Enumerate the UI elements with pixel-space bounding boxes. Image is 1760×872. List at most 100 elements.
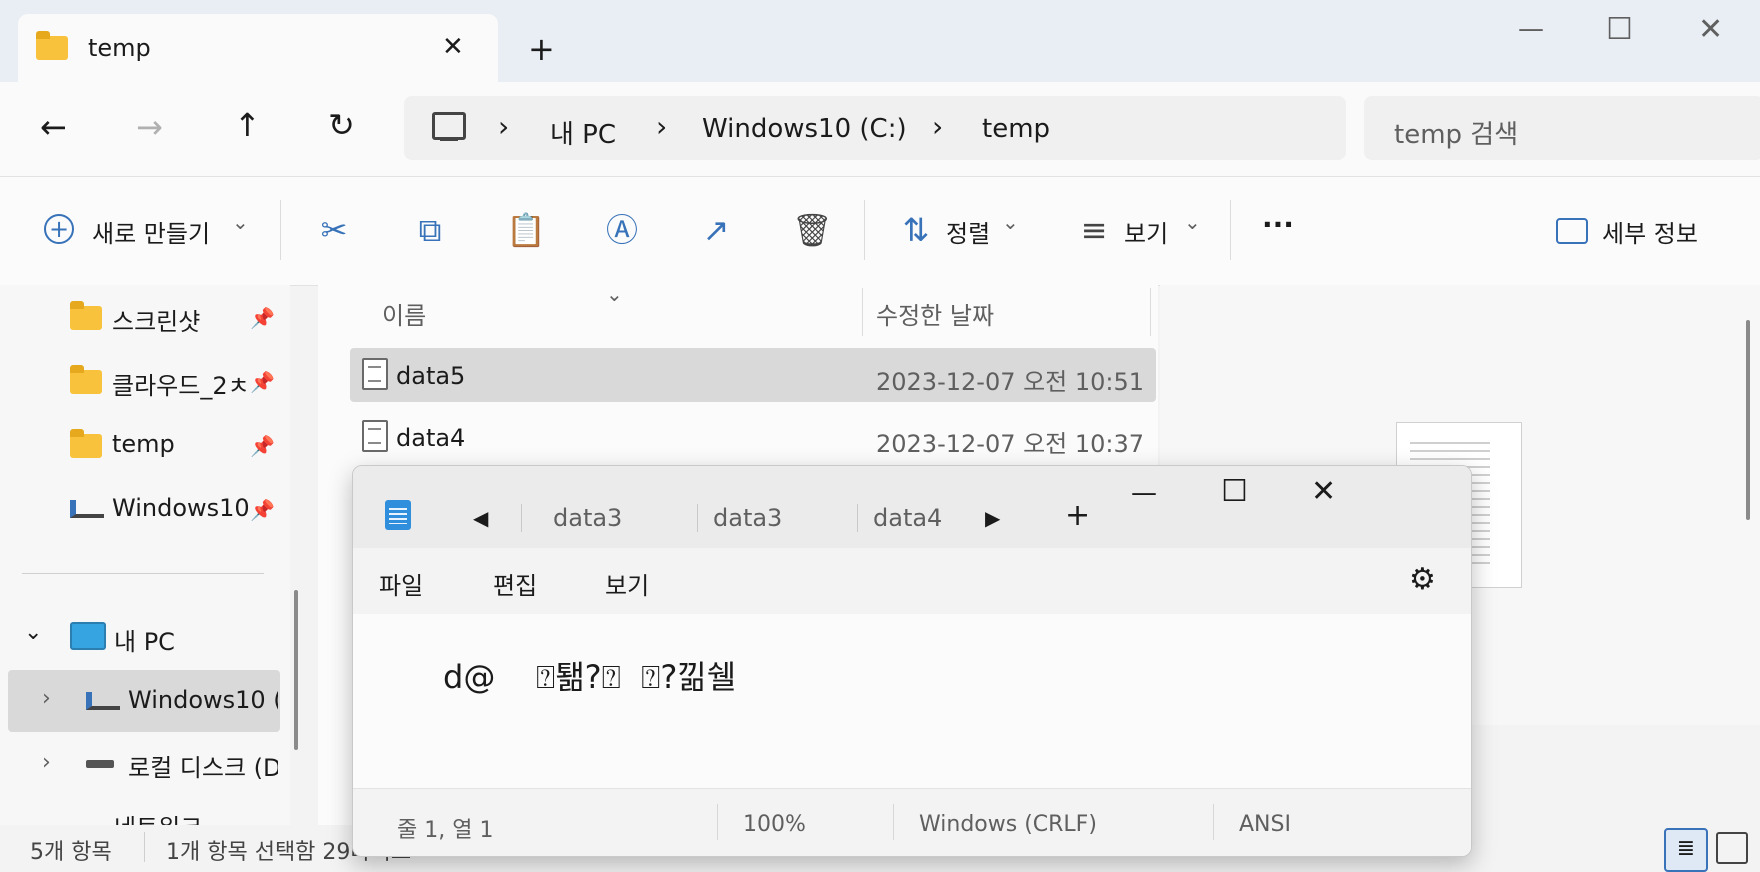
computer-icon <box>70 622 106 650</box>
notepad-content[interactable]: d@ ⍰퇢?⍰ ⍰?낆쉘 <box>443 652 736 698</box>
preview-scrollbar[interactable] <box>1746 320 1750 520</box>
toolbar-divider <box>864 200 865 260</box>
column-header-name[interactable]: 이름 <box>382 296 426 331</box>
status-zoom[interactable]: 100% <box>743 812 806 837</box>
tiles-view-icon[interactable] <box>1716 832 1748 864</box>
status-divider <box>144 832 145 862</box>
column-divider[interactable] <box>862 288 863 336</box>
breadcrumb-chevron: › <box>932 110 944 143</box>
toolbar-divider <box>1230 200 1231 260</box>
chevron-down-icon[interactable]: ⌄ <box>24 620 42 645</box>
menu-view[interactable]: 보기 <box>605 566 649 601</box>
text-file-icon <box>362 420 388 452</box>
status-divider <box>717 804 718 840</box>
breadcrumb-item-this-pc[interactable]: 내 PC <box>550 114 616 151</box>
maximize-button[interactable]: ☐ <box>1606 12 1633 47</box>
notepad-tab[interactable]: data3 <box>713 504 782 532</box>
file-modified: 2023-12-07 오전 10:37 <box>876 430 1145 458</box>
details-button[interactable]: 세부 정보 <box>1602 214 1698 249</box>
column-divider[interactable] <box>1150 288 1151 336</box>
status-cursor-position: 줄 1, 열 1 <box>397 818 494 843</box>
share-icon[interactable]: ↗ <box>696 210 736 250</box>
status-encoding[interactable]: ANSI <box>1239 812 1291 837</box>
close-button[interactable]: ✕ <box>1698 12 1723 47</box>
tab-divider <box>857 504 858 532</box>
sidebar-item-cloud[interactable]: 클라우드_2ㅊ <box>112 366 246 401</box>
copy-icon[interactable]: ⧉ <box>410 210 450 250</box>
chevron-down-icon: ⌄ <box>232 210 249 234</box>
breadcrumb-item-drive[interactable]: Windows10 (C:) <box>702 114 907 144</box>
sidebar-item-network[interactable]: 네트워크 <box>114 808 202 825</box>
sort-icon: ⇅ <box>902 211 930 249</box>
file-name[interactable]: data5 <box>396 362 465 390</box>
details-pane-icon <box>1556 218 1588 244</box>
sidebar-divider <box>22 573 264 574</box>
folder-icon <box>36 31 68 60</box>
file-name[interactable]: data4 <box>396 424 465 452</box>
sidebar-item-screenshots[interactable]: 스크린샷 <box>112 302 200 337</box>
file-modified: 2023-12-07 오전 10:51 <box>876 368 1145 396</box>
tab-divider <box>521 504 522 532</box>
tab-scroll-left-button[interactable]: ◀ <box>473 506 488 530</box>
sidebar-item-drive-d[interactable]: 로컬 디스크 (D <box>128 748 278 783</box>
minimize-button[interactable]: — <box>1518 14 1544 44</box>
status-line-ending[interactable]: Windows (CRLF) <box>919 812 1097 837</box>
notepad-tab[interactable]: data4 <box>873 504 942 532</box>
up-button[interactable]: ↑ <box>234 106 261 144</box>
menu-file[interactable]: 파일 <box>379 566 423 601</box>
sidebar-scrollbar[interactable] <box>294 590 298 750</box>
breadcrumb-item-temp[interactable]: temp <box>982 114 1050 144</box>
text-file-icon <box>362 358 388 390</box>
notepad-window: ◀ data3 data3 data4 ▶ + — ☐ ✕ 파일 편집 보기 ⚙… <box>352 465 1472 857</box>
notepad-minimize-button[interactable]: — <box>1131 478 1157 508</box>
back-button[interactable]: ← <box>40 108 67 146</box>
notepad-text-area[interactable] <box>353 614 1471 788</box>
settings-gear-icon[interactable]: ⚙ <box>1409 562 1436 597</box>
refresh-button[interactable]: ↻ <box>328 106 355 144</box>
chevron-right-icon[interactable]: › <box>42 750 51 775</box>
chevron-down-icon: ⌄ <box>1002 210 1019 234</box>
notepad-maximize-button[interactable]: ☐ <box>1221 474 1248 509</box>
status-divider <box>893 804 894 840</box>
forward-button[interactable]: → <box>136 108 163 146</box>
sidebar-item-windows10[interactable]: Windows10 <box>112 494 250 522</box>
command-bar <box>0 176 1760 286</box>
folder-icon <box>70 365 102 394</box>
rename-icon[interactable]: Ⓐ <box>602 210 642 250</box>
pin-icon: 📌 <box>250 498 275 522</box>
new-button[interactable]: 새로 만들기 <box>92 214 210 249</box>
chevron-right-icon[interactable]: › <box>42 686 51 711</box>
sort-button[interactable]: 정렬 <box>946 214 990 249</box>
pin-icon: 📌 <box>250 434 275 458</box>
details-view-icon[interactable]: ≣ <box>1664 828 1708 872</box>
chevron-down-icon: ⌄ <box>1184 210 1201 234</box>
new-tab-button[interactable]: + <box>528 30 555 68</box>
folder-icon <box>70 301 102 330</box>
pin-icon: 📌 <box>250 370 275 394</box>
status-divider <box>1213 804 1214 840</box>
sidebar-item-this-pc[interactable]: 내 PC <box>114 622 175 657</box>
delete-icon[interactable]: 🗑 <box>792 210 833 250</box>
view-button[interactable]: 보기 <box>1124 214 1168 249</box>
sidebar-item-drive-c[interactable]: Windows10 (C <box>128 686 278 714</box>
pin-icon: 📌 <box>250 306 275 330</box>
more-options-button[interactable]: ··· <box>1262 208 1294 241</box>
cut-icon[interactable]: ✂ <box>314 210 354 250</box>
menu-edit[interactable]: 편집 <box>493 566 537 601</box>
sidebar-item-temp[interactable]: temp <box>112 430 175 458</box>
computer-icon-stand <box>440 138 458 141</box>
tab-scroll-right-button[interactable]: ▶ <box>985 506 1000 530</box>
plus-circle-icon: + <box>44 214 74 244</box>
column-header-modified[interactable]: 수정한 날짜 <box>876 296 994 331</box>
notepad-app-icon-lines <box>389 508 407 524</box>
computer-icon <box>432 112 466 140</box>
tab-close-button[interactable]: ✕ <box>442 32 464 62</box>
search-placeholder: temp 검색 <box>1394 120 1519 150</box>
drive-icon <box>86 692 120 710</box>
notepad-status-bar <box>353 788 1471 856</box>
notepad-tab[interactable]: data3 <box>553 504 622 532</box>
notepad-new-tab-button[interactable]: + <box>1065 498 1090 533</box>
sort-chevron-icon: ⌄ <box>606 282 623 306</box>
paste-icon[interactable]: 📋 <box>506 210 546 250</box>
notepad-close-button[interactable]: ✕ <box>1311 474 1336 509</box>
